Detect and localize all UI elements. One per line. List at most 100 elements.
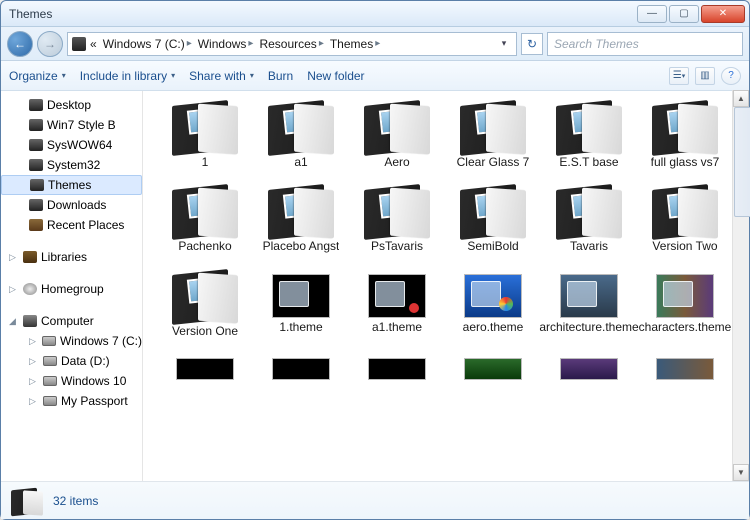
tree-drive-d[interactable]: ▷Data (D:) <box>1 351 142 371</box>
breadcrumb-3[interactable]: Themes▸ <box>328 37 382 51</box>
vertical-scrollbar[interactable]: ▲ ▼ <box>732 90 749 481</box>
close-button[interactable]: ✕ <box>701 5 745 23</box>
list-item[interactable]: 1 <box>161 99 249 169</box>
address-bar[interactable]: « Windows 7 (C:)▸ Windows▸ Resources▸ Th… <box>67 32 517 56</box>
tree-themes[interactable]: Themes <box>1 175 142 195</box>
refresh-button[interactable]: ↻ <box>521 33 543 55</box>
item-label: Placebo Angst <box>263 239 340 253</box>
body: Desktop Win7 Style B SysWOW64 System32 T… <box>1 91 749 481</box>
titlebar[interactable]: Themes — ▢ ✕ <box>1 1 749 27</box>
tree-syswow64[interactable]: SysWOW64 <box>1 135 142 155</box>
list-item[interactable]: Clear Glass 7 <box>449 99 537 169</box>
address-dropdown[interactable]: ▾ <box>496 38 512 49</box>
preview-pane-button[interactable]: ▥ <box>695 67 715 85</box>
scroll-down-button[interactable]: ▼ <box>733 464 749 481</box>
item-label: E.S.T base <box>559 155 618 169</box>
explorer-window: Themes — ▢ ✕ ← → « Windows 7 (C:)▸ Windo… <box>0 0 750 520</box>
folder-icon <box>652 99 718 153</box>
list-item[interactable]: full glass vs7 <box>641 99 729 169</box>
list-item[interactable]: Version Two <box>641 183 729 253</box>
include-menu[interactable]: Include in library▾ <box>80 69 175 83</box>
list-item[interactable]: Version One <box>161 268 249 338</box>
tree-drive-passport[interactable]: ▷My Passport <box>1 391 142 411</box>
newfolder-button[interactable]: New folder <box>307 69 364 83</box>
tree-libraries[interactable]: ▷Libraries <box>1 247 142 267</box>
items-view[interactable]: 1a1 Aero Clear Glass 7 E.S.T base full glass… <box>143 91 749 481</box>
view-options-button[interactable]: ☰▾ <box>669 67 689 85</box>
breadcrumb-1[interactable]: Windows▸ <box>196 37 256 51</box>
item-label: SemiBold <box>467 239 518 253</box>
list-item[interactable]: architecture.theme <box>545 268 633 338</box>
organize-menu[interactable]: Organize▾ <box>9 69 66 83</box>
folder-icon <box>11 487 43 515</box>
theme-icon <box>464 358 522 380</box>
theme-icon <box>560 358 618 380</box>
scroll-thumb[interactable] <box>734 107 750 217</box>
folder-icon <box>172 268 238 322</box>
list-item[interactable]: characters.theme <box>641 268 729 338</box>
item-label: architecture.theme <box>539 320 638 334</box>
item-label: Pachenko <box>178 239 231 253</box>
item-label: Aero <box>384 155 409 169</box>
list-item[interactable] <box>449 352 537 380</box>
tree-downloads[interactable]: Downloads <box>1 195 142 215</box>
theme-icon <box>176 358 234 380</box>
list-item[interactable]: Placebo Angst <box>257 183 345 253</box>
window-controls: — ▢ ✕ <box>635 5 749 23</box>
tree-win7styleb[interactable]: Win7 Style B <box>1 115 142 135</box>
list-item[interactable]: aero.theme <box>449 268 537 338</box>
theme-icon <box>656 274 714 318</box>
theme-icon <box>272 358 330 380</box>
list-item[interactable]: PsTavaris <box>353 183 441 253</box>
list-item[interactable] <box>161 352 249 380</box>
item-label: aero.theme <box>463 320 524 334</box>
folder-icon <box>364 183 430 237</box>
list-item[interactable]: 1.theme <box>257 268 345 338</box>
scroll-up-button[interactable]: ▲ <box>733 90 749 107</box>
list-item[interactable]: a1 <box>257 99 345 169</box>
list-item[interactable] <box>353 352 441 380</box>
command-bar: Organize▾ Include in library▾ Share with… <box>1 61 749 91</box>
tree-drive-win10[interactable]: ▷Windows 10 <box>1 371 142 391</box>
breadcrumb-0[interactable]: Windows 7 (C:)▸ <box>101 37 194 51</box>
folder-icon <box>652 183 718 237</box>
help-button[interactable]: ? <box>721 67 741 85</box>
tree-desktop[interactable]: Desktop <box>1 95 142 115</box>
list-item[interactable] <box>257 352 345 380</box>
scroll-track[interactable] <box>733 107 749 464</box>
theme-icon <box>272 274 330 318</box>
forward-button[interactable]: → <box>37 31 63 57</box>
list-item[interactable]: a1.theme <box>353 268 441 338</box>
burn-button[interactable]: Burn <box>268 69 293 83</box>
breadcrumb-overflow[interactable]: « <box>88 37 99 51</box>
list-item[interactable]: E.S.T base <box>545 99 633 169</box>
list-item[interactable]: SemiBold <box>449 183 537 253</box>
folder-icon <box>268 99 334 153</box>
search-box[interactable] <box>547 32 743 56</box>
status-bar: 32 items <box>1 481 749 519</box>
item-label: PsTavaris <box>371 239 423 253</box>
tree-system32[interactable]: System32 <box>1 155 142 175</box>
search-input[interactable] <box>554 37 736 51</box>
list-item[interactable] <box>641 352 729 380</box>
list-item[interactable]: Aero <box>353 99 441 169</box>
minimize-button[interactable]: — <box>637 5 667 23</box>
item-label: Tavaris <box>570 239 608 253</box>
tree-drive-c[interactable]: ▷Windows 7 (C:) <box>1 331 142 351</box>
back-button[interactable]: ← <box>7 31 33 57</box>
list-item[interactable] <box>545 352 633 380</box>
nav-bar: ← → « Windows 7 (C:)▸ Windows▸ Resources… <box>1 27 749 61</box>
theme-icon <box>656 358 714 380</box>
tree-computer[interactable]: ◢Computer <box>1 311 142 331</box>
tree-recent[interactable]: Recent Places <box>1 215 142 235</box>
list-item[interactable]: Tavaris <box>545 183 633 253</box>
item-label: 1.theme <box>279 320 322 334</box>
maximize-button[interactable]: ▢ <box>669 5 699 23</box>
share-menu[interactable]: Share with▾ <box>189 69 254 83</box>
tree-homegroup[interactable]: ▷Homegroup <box>1 279 142 299</box>
folder-icon <box>460 99 526 153</box>
folder-icon <box>556 183 622 237</box>
list-item[interactable]: Pachenko <box>161 183 249 253</box>
breadcrumb-2[interactable]: Resources▸ <box>257 37 325 51</box>
folder-icon <box>268 183 334 237</box>
